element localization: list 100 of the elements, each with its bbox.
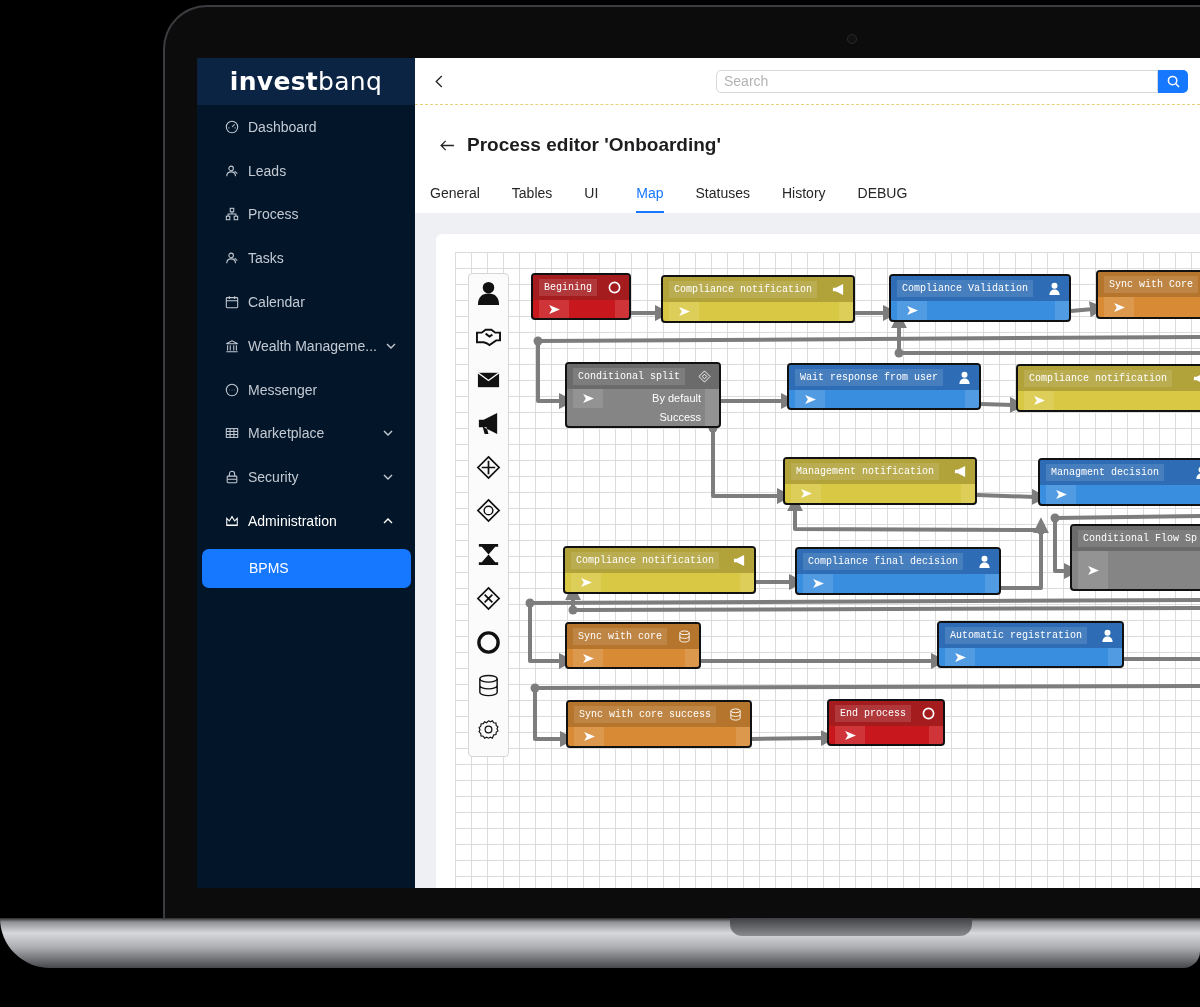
- node-title: Conditional Flow Sp: [1078, 530, 1200, 547]
- junction-dot: [525, 598, 535, 608]
- play-icon: [580, 578, 592, 587]
- nav-item[interactable]: Calendar: [197, 280, 415, 324]
- node-title: Compliance Validation: [897, 280, 1034, 297]
- process-node[interactable]: Automatic registration: [937, 621, 1124, 668]
- node-title: Compliance notification: [1024, 370, 1173, 387]
- output-port: [685, 649, 699, 667]
- nav-item[interactable]: Dashboard: [197, 105, 415, 149]
- node-title: Wait response from user: [795, 369, 944, 386]
- process-node[interactable]: Conditional split By default Success: [565, 362, 721, 428]
- tab[interactable]: Statuses: [695, 178, 750, 213]
- node-title: Sync with Core: [1104, 276, 1198, 293]
- output-port: [965, 390, 979, 408]
- output-port: [705, 407, 719, 426]
- nav-subitem[interactable]: BPMS: [202, 548, 411, 588]
- process-node[interactable]: Compliance Validation: [889, 274, 1071, 322]
- plus-diamond-icon[interactable]: [476, 454, 501, 480]
- node-title: Begining: [539, 279, 597, 296]
- process-node[interactable]: End process: [827, 699, 945, 746]
- play-icon: [906, 306, 918, 315]
- megaphone-icon: [954, 465, 967, 478]
- person-icon: [978, 555, 991, 568]
- grid-icon: [225, 426, 239, 441]
- process-node[interactable]: Sync with core success: [566, 700, 752, 748]
- junction-dot: [894, 348, 904, 358]
- output-port: [985, 574, 999, 593]
- node-output: By default: [651, 392, 702, 405]
- x-diamond-icon[interactable]: [476, 585, 501, 611]
- junction-dot: [533, 336, 543, 346]
- nav-item[interactable]: Administration: [197, 499, 415, 543]
- tab[interactable]: General: [430, 178, 480, 213]
- process-node[interactable]: Managment decision: [1038, 458, 1200, 506]
- crown-icon: [225, 514, 239, 529]
- search-button[interactable]: [1158, 69, 1188, 93]
- tab[interactable]: History: [782, 178, 826, 213]
- process-node[interactable]: Conditional Flow Sp: [1070, 524, 1200, 591]
- nav-item[interactable]: Process: [197, 192, 415, 237]
- junction-dot: [568, 605, 578, 615]
- lock-icon: [225, 470, 239, 485]
- play-icon: [1033, 396, 1045, 405]
- person-icon[interactable]: [476, 280, 501, 305]
- process-node[interactable]: Wait response from user: [787, 363, 981, 410]
- play-icon: [812, 579, 824, 588]
- database-icon[interactable]: [476, 673, 501, 699]
- node-title: Conditional split: [573, 368, 686, 385]
- node-title: Management notification: [791, 463, 940, 480]
- output-port: [736, 727, 750, 746]
- nav-item[interactable]: Marketplace: [197, 411, 415, 456]
- play-icon: [800, 489, 812, 498]
- play-icon: [844, 730, 856, 740]
- node-output: Success: [658, 410, 702, 423]
- process-node[interactable]: Sync with Core: [1096, 270, 1200, 319]
- output-port: [929, 726, 943, 744]
- nav-item[interactable]: Messenger: [197, 367, 415, 412]
- tab[interactable]: DEBUG: [857, 178, 908, 213]
- node-title: Managment decision: [1046, 464, 1165, 481]
- output-port: [1055, 301, 1069, 320]
- calendar-icon: [225, 295, 239, 310]
- output-port: [705, 389, 719, 408]
- process-node[interactable]: Begining: [531, 273, 631, 320]
- output-port: [839, 302, 853, 321]
- diamond-icon: [698, 370, 711, 383]
- users-icon: [225, 163, 239, 178]
- nav-item[interactable]: Security: [197, 455, 415, 500]
- camera-icon: [847, 34, 857, 44]
- process-node[interactable]: Sync with core: [565, 622, 701, 669]
- megaphone-icon: [733, 554, 746, 567]
- database-icon: [678, 630, 691, 643]
- chat-icon: [225, 382, 239, 397]
- nav-item[interactable]: Wealth Manageme...: [197, 324, 415, 368]
- play-icon: [1113, 302, 1125, 312]
- tab[interactable]: Tables: [511, 178, 553, 213]
- person-icon: [958, 371, 971, 384]
- search-field[interactable]: Search: [716, 69, 1158, 93]
- bank-icon: [225, 338, 239, 353]
- play-icon: [1087, 565, 1099, 575]
- logo: investbanq: [229, 67, 383, 96]
- tab[interactable]: UI: [584, 178, 599, 213]
- node-title: Automatic registration: [945, 627, 1088, 644]
- circle-icon[interactable]: [476, 629, 501, 655]
- circle-icon: [608, 281, 621, 294]
- play-icon: [954, 652, 966, 662]
- output-port: [961, 484, 975, 503]
- process-node[interactable]: Compliance final decision: [795, 547, 1001, 595]
- search-icon: [1166, 74, 1180, 88]
- node-title: Sync with core success: [574, 706, 717, 723]
- back-arrow-icon[interactable]: [440, 139, 455, 151]
- back-icon[interactable]: [435, 74, 443, 88]
- hourglass-icon[interactable]: [476, 542, 501, 568]
- output-port: [740, 573, 754, 592]
- output-port: [615, 300, 629, 318]
- circle-diamond-icon[interactable]: [476, 498, 501, 524]
- person-icon: [1101, 629, 1114, 642]
- node-title: Compliance notification: [669, 281, 818, 298]
- output-port: [1108, 648, 1122, 666]
- nav-item[interactable]: Leads: [197, 148, 415, 193]
- nav-item[interactable]: Tasks: [197, 236, 415, 281]
- person-icon: [1048, 282, 1061, 295]
- node-title: End process: [835, 705, 911, 722]
